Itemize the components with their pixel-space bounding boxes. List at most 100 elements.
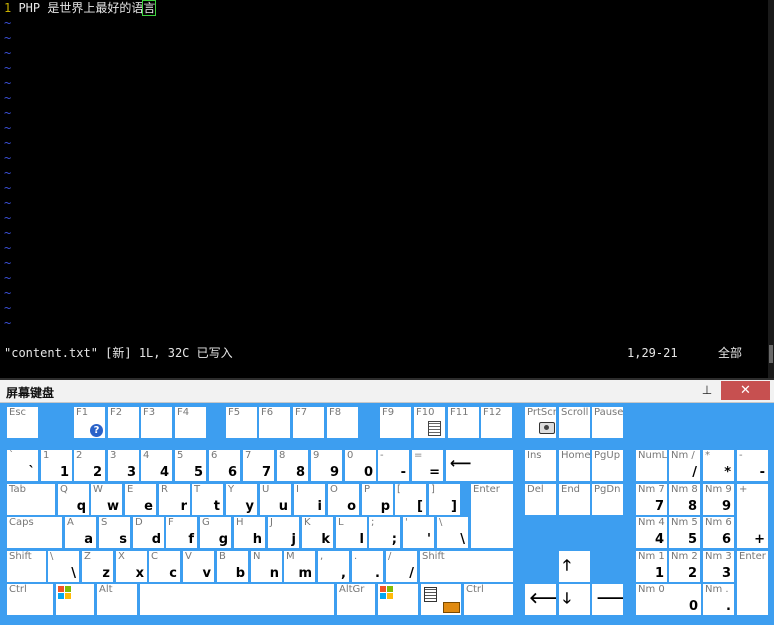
lwin-key[interactable] <box>56 584 94 615</box>
w-key[interactable]: Ww <box>91 484 122 515</box>
d3-key[interactable]: 33 <box>108 450 139 481</box>
osk-title-bar[interactable]: 屏幕键盘 ⊥ ✕ <box>0 380 774 403</box>
prtsc-key[interactable]: PrtScn <box>525 407 556 438</box>
r-key[interactable]: Rr <box>159 484 190 515</box>
o-key[interactable]: Oo <box>328 484 359 515</box>
d5-key[interactable]: 55 <box>175 450 206 481</box>
lctrl-key[interactable]: Ctrl <box>7 584 53 615</box>
n1-key[interactable]: Nm 1 1 <box>636 551 667 582</box>
p-key[interactable]: Pp <box>362 484 393 515</box>
d9-key[interactable]: 99 <box>311 450 342 481</box>
arrow-right-key[interactable]: 🡒 <box>592 584 623 615</box>
arrow-down-key[interactable]: 🡓 <box>559 584 590 615</box>
grave-key[interactable]: ` ` <box>7 450 38 481</box>
vim-terminal[interactable]: 1 PHP 是世界上最好的语言 ~ ~ ~ ~ ~ ~ ~ ~ ~ ~ ~ ~ ~ ~ ~ ~ ~ ~ ~ ~ ~ "c… <box>0 0 768 378</box>
slash-key[interactable]: / / <box>386 551 417 582</box>
n9-key[interactable]: Nm 9 9 <box>703 484 734 515</box>
rshift-key[interactable]: Shift <box>420 551 513 582</box>
l-key[interactable]: Ll <box>336 517 367 548</box>
i-key[interactable]: Ii <box>294 484 325 515</box>
scroll-key[interactable]: Scroll <box>559 407 590 438</box>
f3-key[interactable]: F3 <box>141 407 172 438</box>
end-key[interactable]: End <box>559 484 590 515</box>
lbr-key[interactable]: [[ <box>395 484 426 515</box>
equal-key[interactable]: = = <box>412 450 443 481</box>
pgup-key[interactable]: PgUp <box>592 450 623 481</box>
g-key[interactable]: Gg <box>200 517 231 548</box>
d1-key[interactable]: 11 <box>41 450 72 481</box>
pgdn-key[interactable]: PgDn <box>592 484 623 515</box>
del-key[interactable]: Del <box>525 484 556 515</box>
menu-key[interactable] <box>421 584 461 615</box>
f6-key[interactable]: F6 <box>259 407 290 438</box>
backspace-key[interactable]: ⟵ <box>446 450 513 481</box>
n0-key[interactable]: Nm 0 0 <box>636 584 701 615</box>
terminal-scrollbar[interactable] <box>768 0 774 378</box>
nsub-key[interactable]: -- <box>737 450 768 481</box>
d2-key[interactable]: 22 <box>74 450 105 481</box>
semi-key[interactable]: ;; <box>369 517 400 548</box>
enter-key[interactable]: Enter <box>471 484 513 548</box>
n5-key[interactable]: Nm 5 5 <box>669 517 700 548</box>
q-key[interactable]: Qq <box>58 484 89 515</box>
ndiv-key[interactable]: Nm / / <box>669 450 700 481</box>
lshift-key[interactable]: Shift <box>7 551 46 582</box>
editor-line-1[interactable]: 1 PHP 是世界上最好的语言 <box>4 0 157 16</box>
u-key[interactable]: Uu <box>260 484 291 515</box>
caps-key[interactable]: Caps <box>7 517 62 548</box>
nmul-key[interactable]: * * <box>703 450 734 481</box>
m-key[interactable]: Mm <box>284 551 315 582</box>
f-key[interactable]: Ff <box>166 517 197 548</box>
d8-key[interactable]: 88 <box>277 450 308 481</box>
bslash2-key[interactable]: \ \ <box>48 551 79 582</box>
ndot-key[interactable]: Nm .. <box>703 584 734 615</box>
altgr-key[interactable]: AltGr <box>337 584 375 615</box>
f10-key[interactable]: F10 <box>414 407 445 438</box>
quote-key[interactable]: ' ' <box>403 517 434 548</box>
f7-key[interactable]: F7 <box>293 407 324 438</box>
esc-key[interactable]: Esc <box>7 407 38 438</box>
z-key[interactable]: Zz <box>82 551 113 582</box>
f5-key[interactable]: F5 <box>226 407 257 438</box>
k-key[interactable]: Kk <box>302 517 333 548</box>
f9-key[interactable]: F9 <box>380 407 411 438</box>
f8-key[interactable]: F8 <box>327 407 358 438</box>
d7-key[interactable]: 77 <box>243 450 274 481</box>
rwin-key[interactable] <box>378 584 418 615</box>
c-key[interactable]: Cc <box>149 551 180 582</box>
f2-key[interactable]: F2 <box>108 407 139 438</box>
close-button[interactable]: ✕ <box>721 381 770 400</box>
numl-key[interactable]: NumL <box>636 450 667 481</box>
nadd-key[interactable]: + + <box>737 484 768 548</box>
rbr-key[interactable]: ]] <box>429 484 460 515</box>
nenter-key[interactable]: Enter <box>737 551 768 615</box>
y-key[interactable]: Yy <box>226 484 257 515</box>
e-key[interactable]: Ee <box>125 484 156 515</box>
alt-key[interactable]: Alt <box>97 584 137 615</box>
home-key[interactable]: Home <box>559 450 590 481</box>
ins-key[interactable]: Ins <box>525 450 556 481</box>
s-key[interactable]: Ss <box>99 517 130 548</box>
rctrl-key[interactable]: Ctrl <box>464 584 513 615</box>
comma-key[interactable]: ,, <box>318 551 349 582</box>
j-key[interactable]: Jj <box>268 517 299 548</box>
arrow-up-key[interactable]: 🡑 <box>559 551 590 582</box>
d0-key[interactable]: 00 <box>345 450 376 481</box>
f4-key[interactable]: F4 <box>175 407 206 438</box>
bslash-key[interactable]: \ \ <box>437 517 468 548</box>
h-key[interactable]: Hh <box>234 517 265 548</box>
v-key[interactable]: Vv <box>183 551 214 582</box>
n3-key[interactable]: Nm 3 3 <box>703 551 734 582</box>
d6-key[interactable]: 66 <box>209 450 240 481</box>
pause-key[interactable]: Pause <box>592 407 623 438</box>
tab-key[interactable]: Tab <box>7 484 55 515</box>
d-key[interactable]: Dd <box>133 517 164 548</box>
t-key[interactable]: Tt <box>192 484 223 515</box>
n6-key[interactable]: Nm 6 6 <box>703 517 734 548</box>
n7-key[interactable]: Nm 7 7 <box>636 484 667 515</box>
arrow-left-key[interactable]: 🡐 <box>525 584 556 615</box>
period-key[interactable]: .. <box>352 551 383 582</box>
x-key[interactable]: Xx <box>116 551 147 582</box>
a-key[interactable]: Aa <box>65 517 96 548</box>
n-key[interactable]: Nn <box>251 551 282 582</box>
